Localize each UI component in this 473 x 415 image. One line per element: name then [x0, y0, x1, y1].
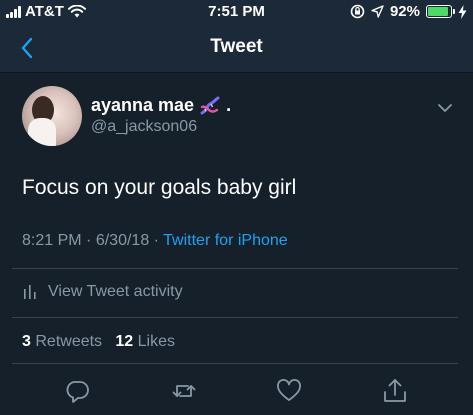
share-icon[interactable] — [381, 377, 409, 405]
location-arrow-icon — [371, 5, 384, 18]
divider — [12, 268, 458, 269]
divider — [12, 363, 458, 364]
nav-bar: Tweet — [0, 24, 473, 73]
battery-icon — [426, 5, 455, 18]
battery-fill — [428, 7, 449, 16]
status-right: 92% — [350, 3, 467, 20]
like-count: 12 — [115, 333, 134, 350]
page-title: Tweet — [210, 36, 263, 57]
orientation-lock-icon — [350, 4, 365, 19]
divider — [12, 317, 458, 318]
avatar[interactable] — [22, 86, 82, 146]
reply-icon[interactable] — [63, 377, 91, 405]
tweet-meta: 8:21 PM · 6/30/18 · Twitter for iPhone — [22, 232, 288, 250]
tweet-source-link[interactable]: Twitter for iPhone — [163, 232, 288, 249]
like-label: Likes — [137, 333, 176, 350]
retweets-stat[interactable]: 3 Retweets — [22, 333, 102, 350]
author-handle[interactable]: @a_jackson06 — [91, 118, 197, 136]
retweet-count: 3 — [22, 333, 31, 350]
charging-bolt-icon — [458, 4, 467, 19]
tweet-time: 8:21 PM — [22, 232, 82, 249]
retweet-label: Retweets — [35, 333, 103, 350]
bar-chart-icon — [24, 285, 36, 299]
activity-label: View Tweet activity — [48, 283, 183, 300]
status-bar: AT&T 7:51 PM 92% — [0, 0, 473, 24]
dna-icon — [200, 96, 220, 114]
author-name: ayanna mae — [91, 95, 195, 115]
like-heart-icon[interactable] — [275, 377, 303, 405]
likes-stat[interactable]: 12 Likes — [115, 333, 175, 350]
battery-percent: 92% — [389, 3, 420, 20]
tweet-stats: 3 Retweets 12 Likes — [22, 333, 175, 351]
view-tweet-activity-button[interactable]: View Tweet activity — [22, 283, 183, 301]
meta-separator: · — [153, 232, 159, 249]
author-name-line[interactable]: ayanna mae . — [91, 95, 231, 116]
retweet-icon[interactable] — [170, 377, 198, 405]
chevron-down-icon[interactable] — [437, 100, 453, 116]
tweet-actions — [0, 373, 473, 413]
avatar-body — [28, 118, 56, 146]
meta-separator: · — [86, 232, 92, 249]
tweet-date: 6/30/18 — [95, 232, 150, 249]
author-name-suffix: . — [226, 95, 232, 115]
tweet-text: Focus on your goals baby girl — [22, 176, 297, 199]
